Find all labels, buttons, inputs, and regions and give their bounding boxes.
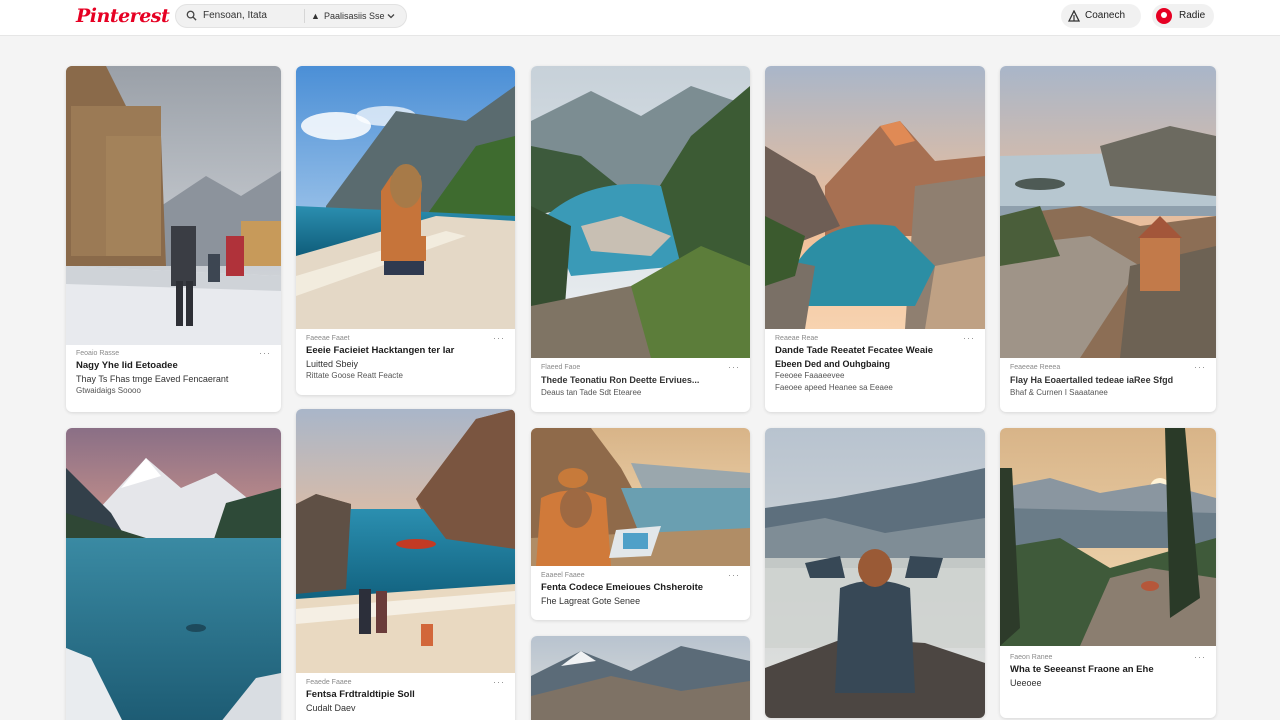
more-dots-icon[interactable]: ··· bbox=[963, 333, 975, 343]
pin-image[interactable] bbox=[531, 636, 750, 720]
pin-meta: Faeeae Faaet ··· Eeeie Facieiet Hacktang… bbox=[296, 333, 515, 382]
search-icon bbox=[186, 10, 197, 21]
filter-dropdown[interactable]: Paalisasiis Sse bbox=[324, 11, 385, 21]
pin-card[interactable] bbox=[765, 428, 985, 718]
pin-description: Fhe Lagreat Gote Senee bbox=[541, 595, 641, 606]
pin-subtext: Bhaf & Curnen I Saaatanee bbox=[1010, 387, 1108, 397]
pin-meta: Flaeed Faoe ··· Thede Teonatiu Ron Deett… bbox=[531, 362, 750, 399]
pin-description: Flay Ha Eoaertalled tedeae iaRee Sfgd bbox=[1010, 375, 1174, 385]
pin-source: Faeeae Faaet bbox=[306, 335, 350, 342]
search-input[interactable]: Fensoan, Itata bbox=[203, 10, 267, 21]
pin-source: Feaede Faaee bbox=[306, 679, 352, 686]
pin-description: Cudalt Daev bbox=[306, 702, 356, 713]
more-dots-icon[interactable]: ··· bbox=[493, 677, 505, 687]
pinterest-logo[interactable]: Pinterest bbox=[76, 5, 170, 27]
filter-icon: ▲ bbox=[311, 11, 320, 21]
avatar bbox=[1156, 8, 1172, 24]
pin-description: Thay Ts Fhas tmge Eaved Fencaerant bbox=[76, 373, 229, 384]
profile-label: Radie bbox=[1179, 10, 1206, 21]
pin-image[interactable] bbox=[765, 66, 985, 329]
more-dots-icon[interactable]: ··· bbox=[259, 348, 271, 358]
pin-card[interactable]: Feoaio Rasse ··· Nagy Yhe Iid Eetoadee T… bbox=[66, 66, 281, 412]
chevron-down-icon[interactable] bbox=[386, 11, 396, 21]
pin-title: Wha te Seeeanst Fraone an Ehe bbox=[1010, 664, 1154, 675]
pin-image[interactable] bbox=[1000, 428, 1216, 646]
pin-card[interactable] bbox=[66, 428, 281, 720]
pin-title: Nagy Yhe Iid Eetoadee bbox=[76, 360, 178, 371]
pin-card[interactable] bbox=[531, 636, 750, 720]
top-bar: Pinterest Fensoan, Itata ▲ Paalisasiis S… bbox=[0, 0, 1280, 36]
pin-description: Thede Teonatiu Ron Deette Erviues... bbox=[541, 375, 700, 385]
pin-image[interactable] bbox=[531, 66, 750, 358]
pin-source: Faeon Ranee bbox=[1010, 654, 1053, 661]
pin-image[interactable] bbox=[296, 409, 515, 673]
pin-card[interactable]: Reaeae Reae ··· Dande Tade Reeatet Fecat… bbox=[765, 66, 985, 412]
profile-button[interactable]: Radie bbox=[1152, 4, 1214, 28]
pin-meta: Eaaeel Faaee ··· Fenta Codece Emeioues C… bbox=[531, 570, 750, 607]
pin-image[interactable] bbox=[1000, 66, 1216, 358]
pin-card[interactable]: Faeeae Faaet ··· Eeeie Facieiet Hacktang… bbox=[296, 66, 515, 395]
pin-image[interactable] bbox=[531, 428, 750, 566]
pin-source: Feoaio Rasse bbox=[76, 350, 120, 357]
search-divider bbox=[304, 9, 305, 23]
pin-description: Luitted Sbeiy bbox=[306, 358, 359, 369]
pin-source: Reaeae Reae bbox=[775, 335, 819, 342]
pin-subtext-2: Faeoee apeed Heanee sa Eeaee bbox=[775, 383, 893, 392]
connect-icon bbox=[1068, 10, 1080, 22]
connect-button[interactable]: Coanech bbox=[1061, 4, 1141, 28]
pin-title: Eeeie Facieiet Hacktangen ter Iar bbox=[306, 345, 455, 356]
pin-subtext: Gtwaidaigs Soooo bbox=[76, 386, 141, 395]
pin-description: Ebeen Ded and Ouhgbaing bbox=[775, 358, 891, 369]
pin-meta: Feaede Faaee ··· Fentsa Frdtraldtipie So… bbox=[296, 677, 515, 714]
pin-card[interactable]: Eaaeel Faaee ··· Fenta Codece Emeioues C… bbox=[531, 428, 750, 620]
pin-card[interactable]: Feaede Faaee ··· Fentsa Frdtraldtipie So… bbox=[296, 409, 515, 720]
pin-image[interactable] bbox=[66, 66, 281, 345]
search-bar[interactable]: Fensoan, Itata ▲ Paalisasiis Sse bbox=[175, 4, 407, 28]
pin-source: Feaeeae Reeea bbox=[1010, 364, 1061, 371]
pin-meta: Feoaio Rasse ··· Nagy Yhe Iid Eetoadee T… bbox=[66, 348, 281, 397]
pin-title: Fenta Codece Emeioues Chsheroite bbox=[541, 582, 704, 593]
pin-description: Ueeoee bbox=[1010, 677, 1042, 688]
more-dots-icon[interactable]: ··· bbox=[493, 333, 505, 343]
pin-meta: Faeon Ranee ··· Wha te Seeeanst Fraone a… bbox=[1000, 652, 1216, 689]
pin-subtext: Rittate Goose Reatt Feacte bbox=[306, 371, 403, 380]
pin-title: Fentsa Frdtraldtipie Soll bbox=[306, 689, 415, 700]
connect-label: Coanech bbox=[1085, 10, 1126, 21]
pin-subtext: Feeoee Faaaeevee bbox=[775, 371, 845, 380]
pin-subtext: Deaus tan Tade Sdt Etearee bbox=[541, 387, 642, 397]
more-dots-icon[interactable]: ··· bbox=[1194, 652, 1206, 662]
pin-card[interactable]: Faeon Ranee ··· Wha te Seeeanst Fraone a… bbox=[1000, 428, 1216, 718]
pin-source: Eaaeel Faaee bbox=[541, 572, 585, 579]
pin-image[interactable] bbox=[765, 428, 985, 718]
more-dots-icon[interactable]: ··· bbox=[728, 570, 740, 580]
pin-image[interactable] bbox=[66, 428, 281, 720]
more-dots-icon[interactable]: ··· bbox=[728, 362, 740, 372]
pin-title: Dande Tade Reeatet Fecatee Weaie bbox=[775, 345, 934, 356]
pin-image[interactable] bbox=[296, 66, 515, 329]
pin-card[interactable]: Flaeed Faoe ··· Thede Teonatiu Ron Deett… bbox=[531, 66, 750, 412]
pin-meta: Feaeeae Reeea ··· Flay Ha Eoaertalled te… bbox=[1000, 362, 1216, 399]
pin-meta: Reaeae Reae ··· Dande Tade Reeatet Fecat… bbox=[765, 333, 985, 394]
pin-card[interactable]: Feaeeae Reeea ··· Flay Ha Eoaertalled te… bbox=[1000, 66, 1216, 412]
more-dots-icon[interactable]: ··· bbox=[1194, 362, 1206, 372]
pin-source: Flaeed Faoe bbox=[541, 364, 581, 371]
